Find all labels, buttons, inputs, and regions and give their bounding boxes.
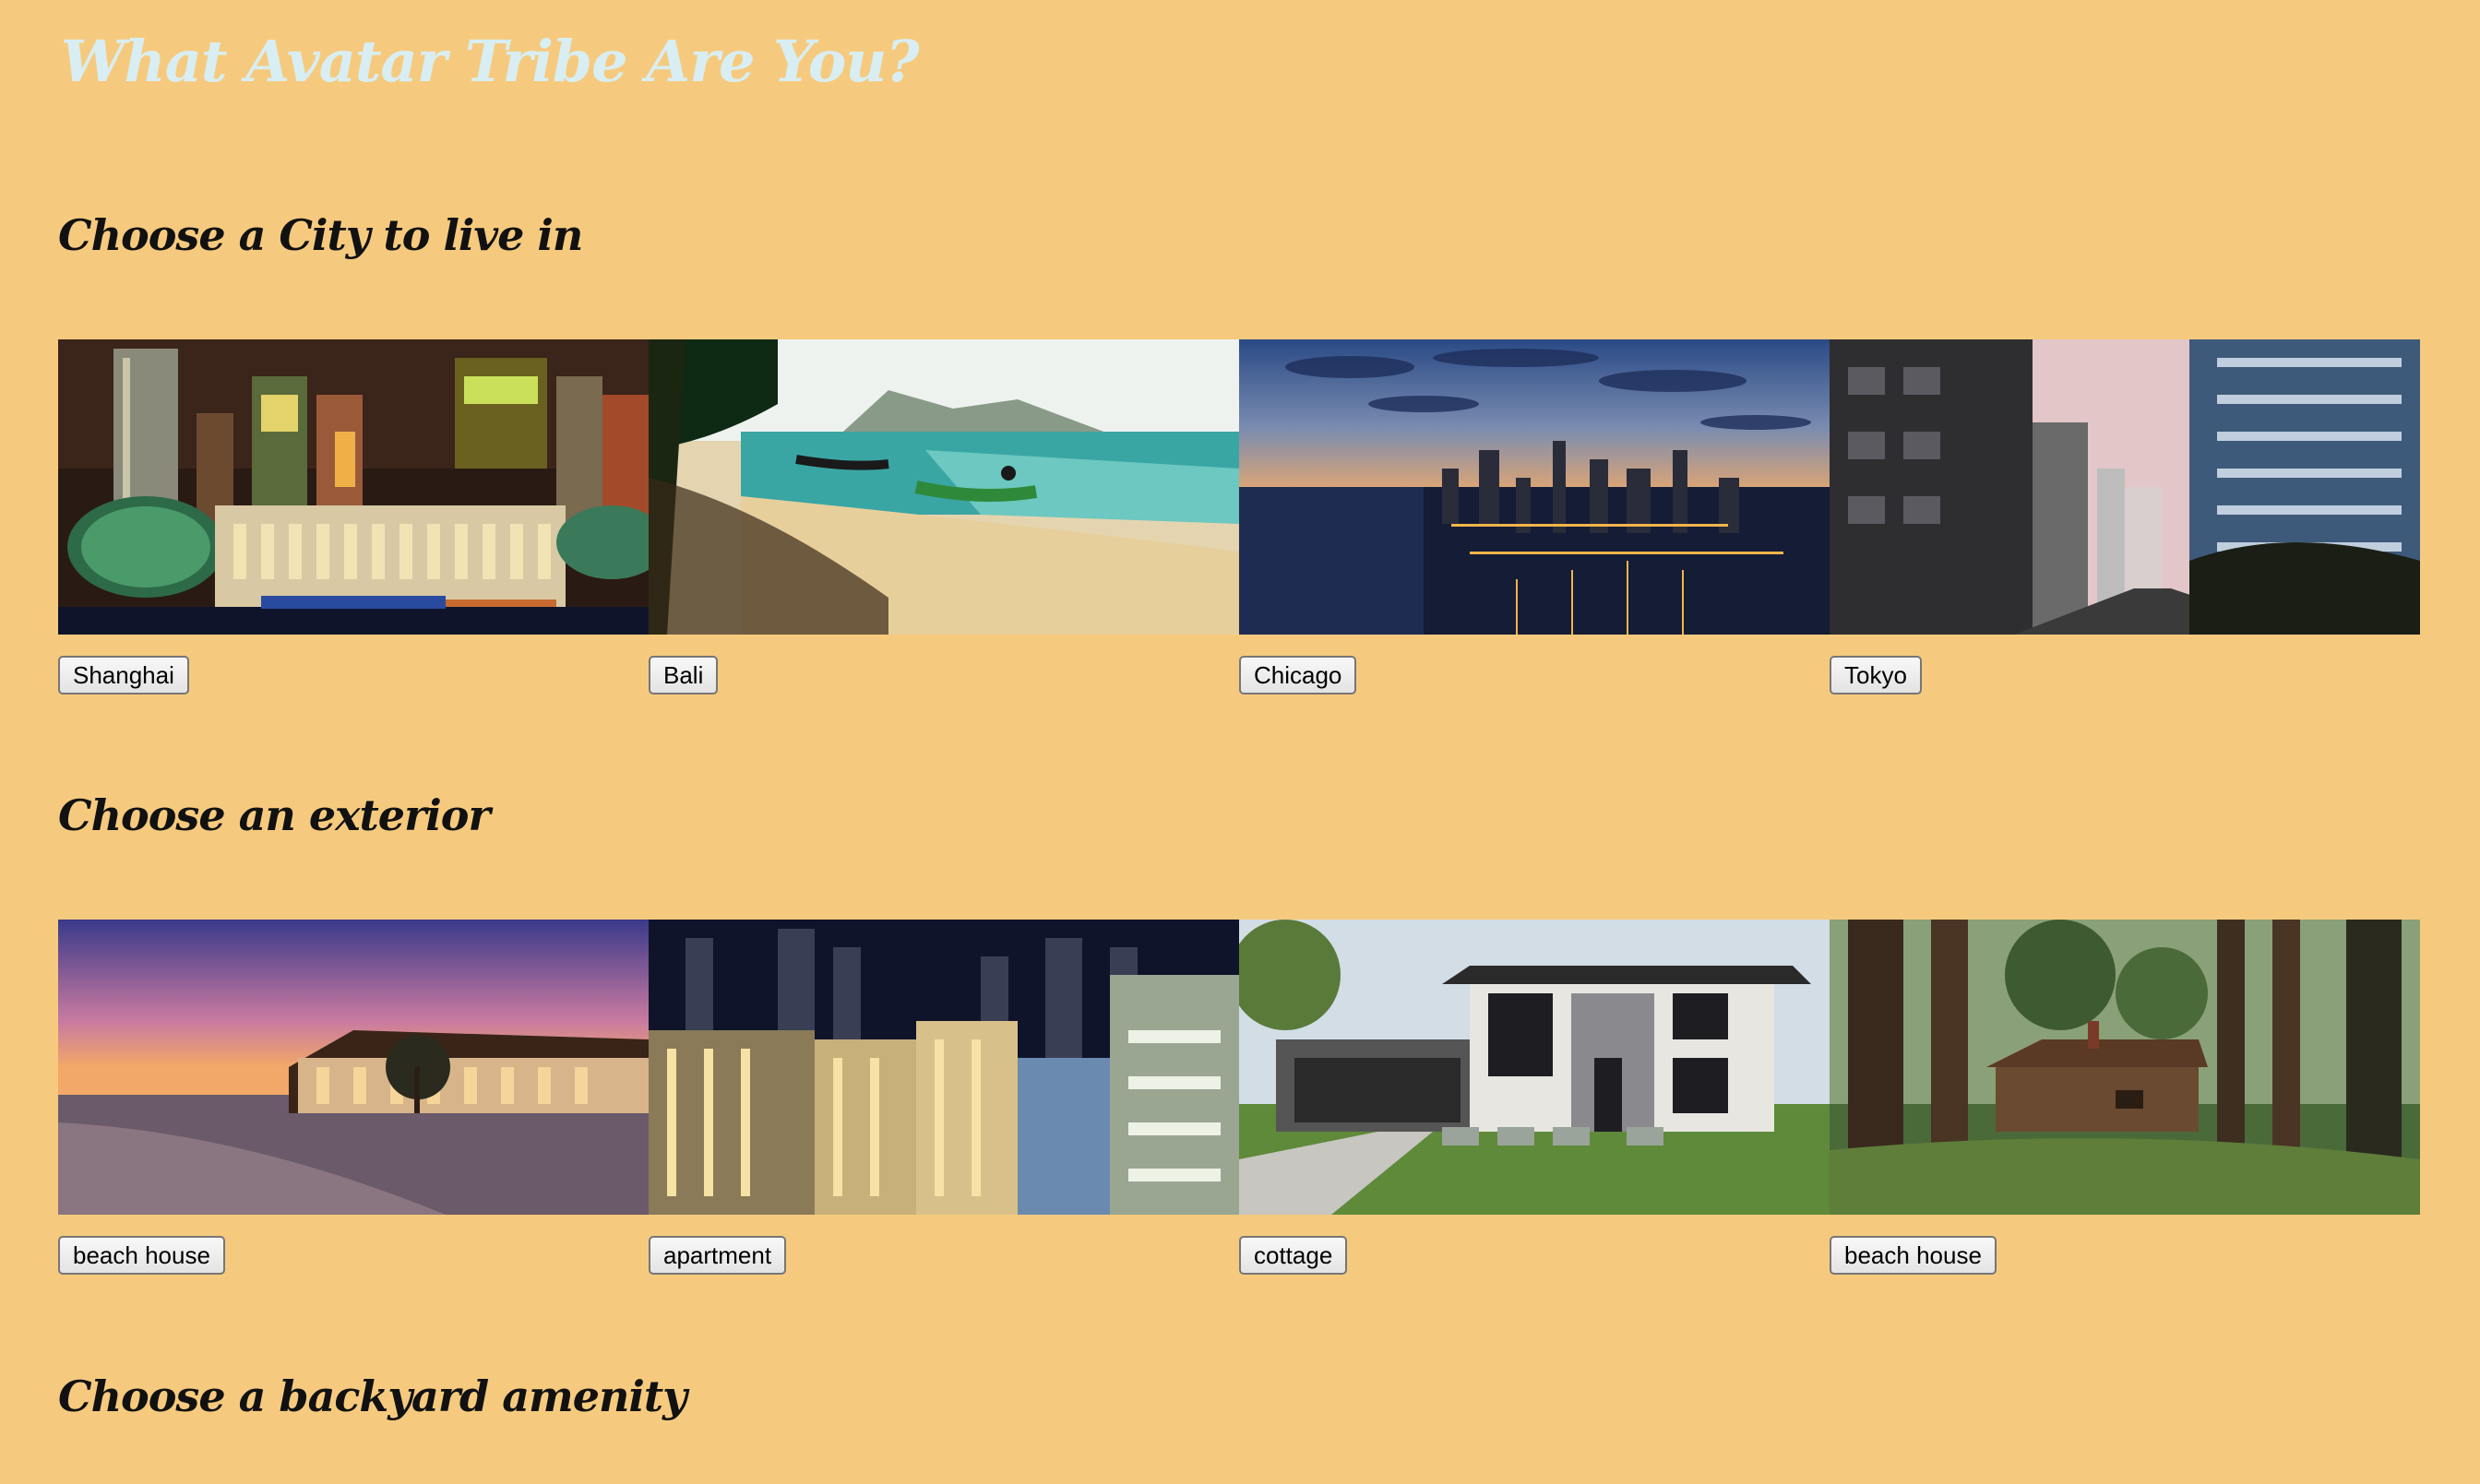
forest-cabin-image (1830, 920, 2420, 1215)
city-option-bali-button[interactable]: Bali (649, 656, 719, 695)
exterior-option-beach-house-2-button[interactable]: beach house (1830, 1236, 1997, 1275)
exterior-option-beach-house-button[interactable]: beach house (58, 1236, 225, 1275)
section-heading-city: Choose a City to live in (58, 210, 583, 260)
exterior-option-cottage-button[interactable]: cottage (1239, 1236, 1348, 1275)
section-heading-backyard: Choose a backyard amenity (58, 1371, 687, 1421)
exterior-option-apartment-button[interactable]: apartment (649, 1236, 787, 1275)
city-image-row (58, 339, 2420, 635)
apartment-towers-image (649, 920, 1239, 1215)
chicago-image (1239, 339, 1830, 635)
bali-image (649, 339, 1239, 635)
city-option-shanghai-button[interactable]: Shanghai (58, 656, 189, 695)
shanghai-image (58, 339, 649, 635)
page-title: What Avatar Tribe Are You? (61, 28, 920, 95)
city-option-tokyo-button[interactable]: Tokyo (1830, 656, 1922, 695)
tokyo-image (1830, 339, 2420, 635)
waterfront-house-image (58, 920, 649, 1215)
modern-house-image (1239, 920, 1830, 1215)
city-option-chicago-button[interactable]: Chicago (1239, 656, 1357, 695)
exterior-image-row (58, 920, 2420, 1215)
section-heading-exterior: Choose an exterior (58, 790, 491, 840)
